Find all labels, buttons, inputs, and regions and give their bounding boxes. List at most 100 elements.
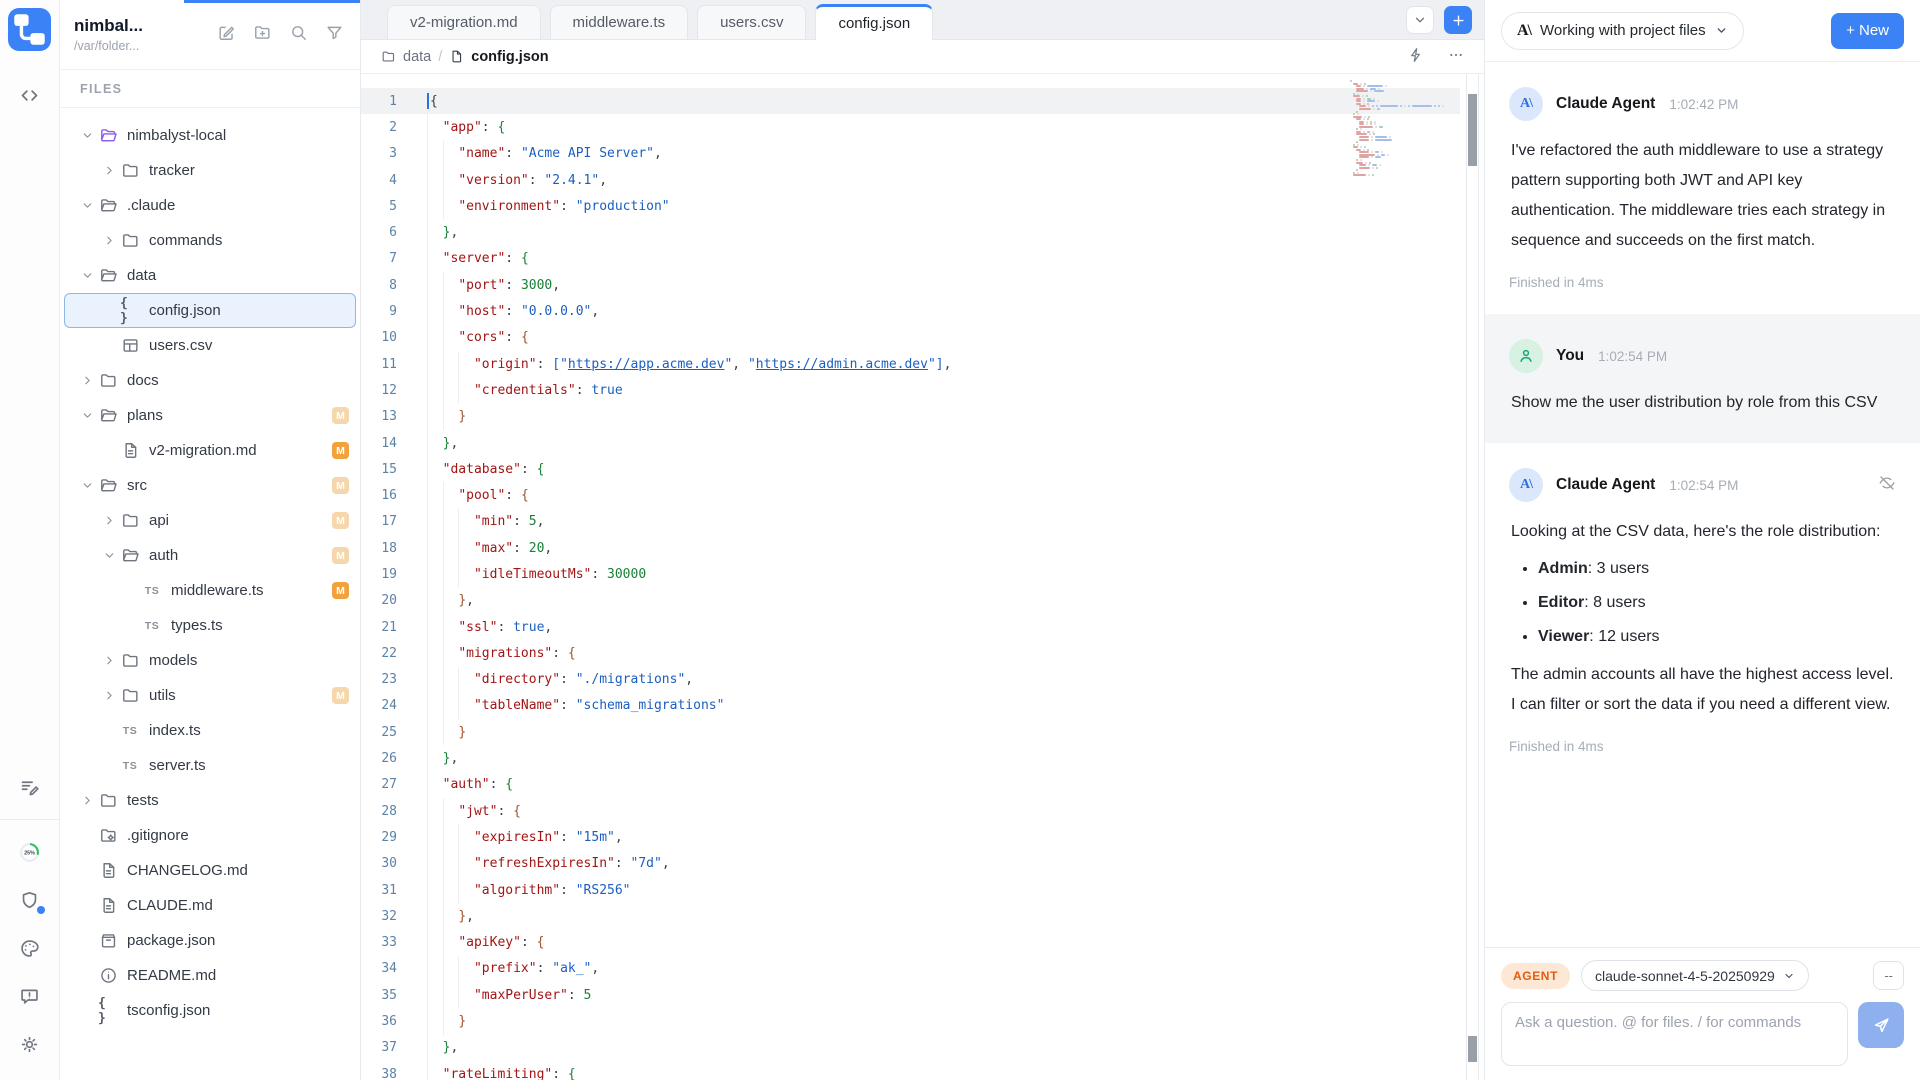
tree-item-auth[interactable]: authM	[64, 538, 356, 573]
code-line-3[interactable]: 3"name": "Acme API Server",	[361, 141, 1460, 167]
tree-item-nimbalyst-local[interactable]: nimbalyst-local	[64, 118, 356, 153]
tree-item-tests[interactable]: tests	[64, 783, 356, 818]
code-line-15[interactable]: 15"database": {	[361, 456, 1460, 482]
session-mode-selector[interactable]: A\ Working with project files	[1501, 12, 1744, 50]
code-line-5[interactable]: 5"environment": "production"	[361, 193, 1460, 219]
code-line-20[interactable]: 20},	[361, 588, 1460, 614]
tree-item-users.csv[interactable]: users.csv	[64, 328, 356, 363]
code-line-22[interactable]: 22"migrations": {	[361, 640, 1460, 666]
chevron-down-icon[interactable]	[76, 408, 98, 424]
tree-item-src[interactable]: srcM	[64, 468, 356, 503]
code-line-26[interactable]: 26},	[361, 745, 1460, 771]
tree-item-docs[interactable]: docs	[64, 363, 356, 398]
code-line-12[interactable]: 12"credentials": true	[361, 377, 1460, 403]
edit-file-icon[interactable]	[217, 23, 236, 47]
code-line-9[interactable]: 9"host": "0.0.0.0",	[361, 298, 1460, 324]
code-line-19[interactable]: 19"idleTimeoutMs": 30000	[361, 561, 1460, 587]
chevron-down-icon[interactable]	[76, 268, 98, 284]
code-line-25[interactable]: 25}	[361, 719, 1460, 745]
code-line-1[interactable]: 1{	[361, 88, 1460, 114]
code-line-30[interactable]: 30"refreshExpiresIn": "7d",	[361, 851, 1460, 877]
chevron-right-icon[interactable]	[76, 793, 98, 809]
tab-v2-migration.md[interactable]: v2-migration.md	[387, 5, 541, 39]
tree-item-claude.md[interactable]: CLAUDE.md	[64, 888, 356, 923]
code-line-4[interactable]: 4"version": "2.4.1",	[361, 167, 1460, 193]
chevron-right-icon[interactable]	[76, 373, 98, 389]
code-line-37[interactable]: 37},	[361, 1035, 1460, 1061]
send-button[interactable]	[1858, 1002, 1904, 1048]
code-line-7[interactable]: 7"server": {	[361, 246, 1460, 272]
code-line-28[interactable]: 28"jwt": {	[361, 798, 1460, 824]
chevron-right-icon[interactable]	[98, 163, 120, 179]
code-line-8[interactable]: 8"port": 3000,	[361, 272, 1460, 298]
composer-more-button[interactable]: --	[1873, 961, 1904, 990]
editor-scrollbar[interactable]	[1466, 74, 1479, 1080]
tree-item-changelog.md[interactable]: CHANGELOG.md	[64, 853, 356, 888]
tree-item-utils[interactable]: utilsM	[64, 678, 356, 713]
tree-item-models[interactable]: models	[64, 643, 356, 678]
filter-icon[interactable]	[325, 23, 344, 47]
code-line-32[interactable]: 32},	[361, 903, 1460, 929]
code-line-14[interactable]: 14},	[361, 430, 1460, 456]
chat-input[interactable]	[1501, 1002, 1848, 1066]
code-line-13[interactable]: 13}	[361, 404, 1460, 430]
tree-item-data[interactable]: data	[64, 258, 356, 293]
new-folder-icon[interactable]	[253, 23, 272, 47]
code-line-27[interactable]: 27"auth": {	[361, 772, 1460, 798]
theme-palette-icon[interactable]	[12, 930, 48, 966]
settings-gear-icon[interactable]	[12, 1026, 48, 1062]
code-line-10[interactable]: 10"cors": {	[361, 325, 1460, 351]
tree-item-commands[interactable]: commands	[64, 223, 356, 258]
code-line-35[interactable]: 35"maxPerUser": 5	[361, 982, 1460, 1008]
code-line-17[interactable]: 17"min": 5,	[361, 509, 1460, 535]
code-line-34[interactable]: 34"prefix": "ak_",	[361, 956, 1460, 982]
code-area[interactable]: 1{2"app": {3"name": "Acme API Server",4"…	[361, 74, 1484, 1080]
code-line-16[interactable]: 16"pool": {	[361, 482, 1460, 508]
chevron-down-icon[interactable]	[98, 548, 120, 564]
code-line-38[interactable]: 38"rateLimiting": {	[361, 1061, 1460, 1080]
tree-item-.claude[interactable]: .claude	[64, 188, 356, 223]
code-line-6[interactable]: 6},	[361, 219, 1460, 245]
chevron-right-icon[interactable]	[98, 233, 120, 249]
quick-actions-icon[interactable]	[1408, 47, 1424, 67]
chevron-down-icon[interactable]	[76, 478, 98, 494]
code-line-24[interactable]: 24"tableName": "schema_migrations"	[361, 693, 1460, 719]
more-options-icon[interactable]	[1448, 47, 1464, 67]
code-line-31[interactable]: 31"algorithm": "RS256"	[361, 877, 1460, 903]
tree-item-plans[interactable]: plansM	[64, 398, 356, 433]
tree-item-package.json[interactable]: package.json	[64, 923, 356, 958]
chevron-right-icon[interactable]	[98, 513, 120, 529]
breadcrumb-folder[interactable]: data	[403, 49, 431, 65]
hide-message-icon[interactable]	[1878, 474, 1896, 497]
code-line-36[interactable]: 36}	[361, 1008, 1460, 1034]
tab-list-dropdown-button[interactable]	[1406, 6, 1434, 34]
code-line-23[interactable]: 23"directory": "./migrations",	[361, 667, 1460, 693]
chevron-down-icon[interactable]	[76, 128, 98, 144]
minimap[interactable]	[1350, 80, 1438, 177]
code-line-21[interactable]: 21"ssl": true,	[361, 614, 1460, 640]
tree-item-index.ts[interactable]: TSindex.ts	[64, 713, 356, 748]
code-line-29[interactable]: 29"expiresIn": "15m",	[361, 824, 1460, 850]
tree-item-api[interactable]: apiM	[64, 503, 356, 538]
tree-item-server.ts[interactable]: TSserver.ts	[64, 748, 356, 783]
agent-mode-badge[interactable]: AGENT	[1501, 963, 1570, 989]
search-icon[interactable]	[289, 23, 308, 47]
tree-item-config.json[interactable]: { }config.json	[64, 293, 356, 328]
model-selector[interactable]: claude-sonnet-4-5-20250929	[1581, 960, 1809, 991]
tree-item-v2-migration.md[interactable]: v2-migration.mdM	[64, 433, 356, 468]
tab-config.json[interactable]: config.json	[815, 4, 933, 40]
tree-item-types.ts[interactable]: TStypes.ts	[64, 608, 356, 643]
code-line-2[interactable]: 2"app": {	[361, 114, 1460, 140]
code-line-33[interactable]: 33"apiKey": {	[361, 930, 1460, 956]
feedback-icon[interactable]	[12, 978, 48, 1014]
chevron-right-icon[interactable]	[98, 653, 120, 669]
compose-notes-icon[interactable]	[12, 769, 48, 805]
tree-item-middleware.ts[interactable]: TSmiddleware.tsM	[64, 573, 356, 608]
tree-item-tracker[interactable]: tracker	[64, 153, 356, 188]
code-view-icon[interactable]	[12, 77, 48, 113]
scrollbar-thumb-bottom[interactable]	[1468, 1036, 1477, 1062]
tree-item-tsconfig.json[interactable]: { }tsconfig.json	[64, 993, 356, 1028]
security-shield-icon[interactable]	[12, 882, 48, 918]
new-tab-button[interactable]	[1444, 6, 1472, 34]
chevron-right-icon[interactable]	[98, 688, 120, 704]
